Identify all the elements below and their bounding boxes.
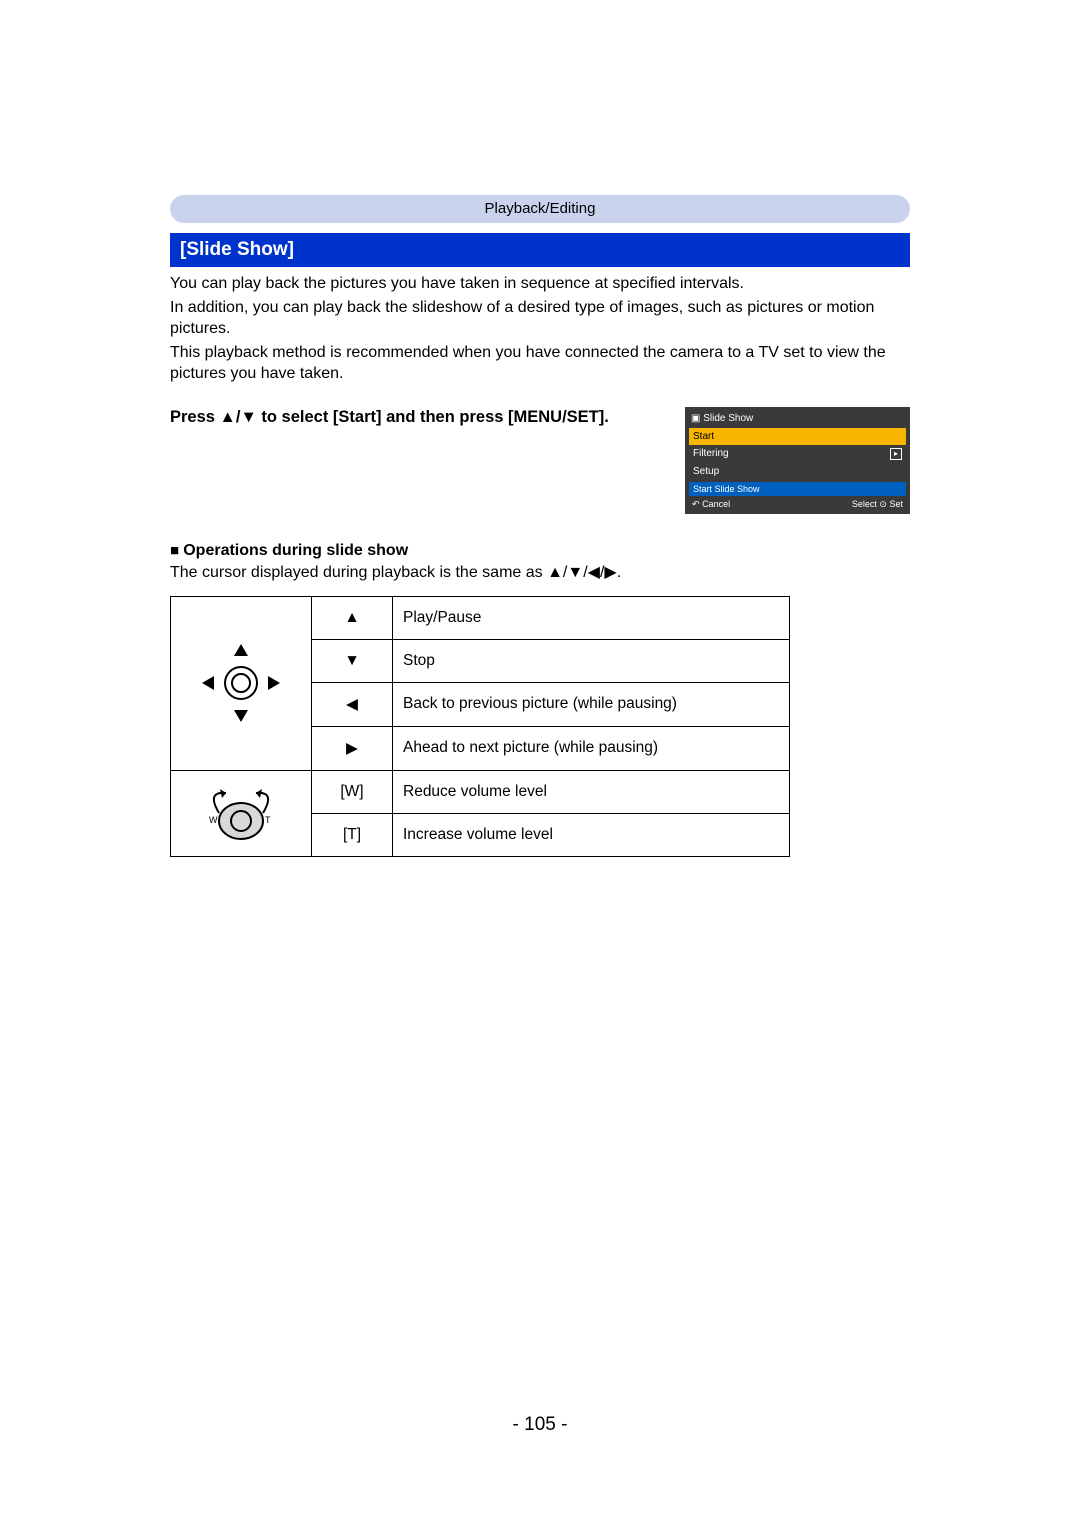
back-icon: ↶ xyxy=(692,499,700,509)
svg-text:T: T xyxy=(265,815,271,825)
zoom-cell: W T xyxy=(171,770,312,856)
intro-paragraph-2: In addition, you can play back the slide… xyxy=(170,297,910,340)
menu-item-label: Setup xyxy=(693,466,719,477)
instruction-text: Press ▲/▼ to select [Start] and then pre… xyxy=(170,407,665,428)
menu-title: ▣ Slide Show xyxy=(689,411,906,428)
cursor-note: The cursor displayed during playback is … xyxy=(170,562,910,584)
increase-volume-desc: Increase volume level xyxy=(393,813,790,856)
right-symbol: ▶ xyxy=(312,726,393,770)
picture-icon: ▣ xyxy=(691,413,700,424)
back-desc: Back to previous picture (while pausing) xyxy=(393,682,790,726)
t-symbol: [T] xyxy=(312,813,393,856)
menu-item-start[interactable]: Start xyxy=(689,428,906,445)
svg-text:W: W xyxy=(209,815,218,825)
up-symbol: ▲ xyxy=(312,596,393,639)
operations-table: ▲ Play/Pause ▼ Stop ◀ Back to previous p… xyxy=(170,596,790,857)
breadcrumb: Playback/Editing xyxy=(170,195,910,223)
manual-page: Playback/Editing [Slide Show] You can pl… xyxy=(0,0,1080,1526)
menu-items: Start Filtering ▸ Setup xyxy=(689,428,906,480)
menu-item-setup[interactable]: Setup xyxy=(689,463,906,480)
down-symbol: ▼ xyxy=(312,639,393,682)
zoom-lever-icon: W T xyxy=(196,783,286,843)
left-symbol: ◀ xyxy=(312,682,393,726)
intro-paragraph-3: This playback method is recommended when… xyxy=(170,342,910,385)
dpad-icon xyxy=(196,638,286,728)
menu-footer: ↶ Cancel Select ⊙ Set xyxy=(689,496,906,510)
menu-title-text: Slide Show xyxy=(703,413,753,424)
page-number: - 105 - xyxy=(0,1414,1080,1436)
reduce-volume-desc: Reduce volume level xyxy=(393,770,790,813)
operations-heading: Operations during slide show xyxy=(170,542,910,560)
menu-status: Start Slide Show xyxy=(689,482,906,496)
ahead-desc: Ahead to next picture (while pausing) xyxy=(393,726,790,770)
play-pause-desc: Play/Pause xyxy=(393,596,790,639)
intro-paragraph-1: You can play back the pictures you have … xyxy=(170,273,910,295)
menu-item-label: Filtering xyxy=(693,448,729,459)
menu-item-filtering[interactable]: Filtering ▸ xyxy=(689,445,906,463)
stop-desc: Stop xyxy=(393,639,790,682)
menu-item-label: Start xyxy=(693,431,714,442)
w-symbol: [W] xyxy=(312,770,393,813)
menu-footer-cancel: ↶ Cancel xyxy=(692,499,730,510)
menu-footer-select-set: Select ⊙ Set xyxy=(852,499,903,510)
menu-preview: ▣ Slide Show Start Filtering ▸ Setup Sta… xyxy=(685,407,910,514)
dpad-cell xyxy=(171,596,312,770)
play-icon: ▸ xyxy=(890,448,902,460)
section-title: [Slide Show] xyxy=(170,233,910,267)
menu-set-icon: ⊙ xyxy=(879,499,887,509)
